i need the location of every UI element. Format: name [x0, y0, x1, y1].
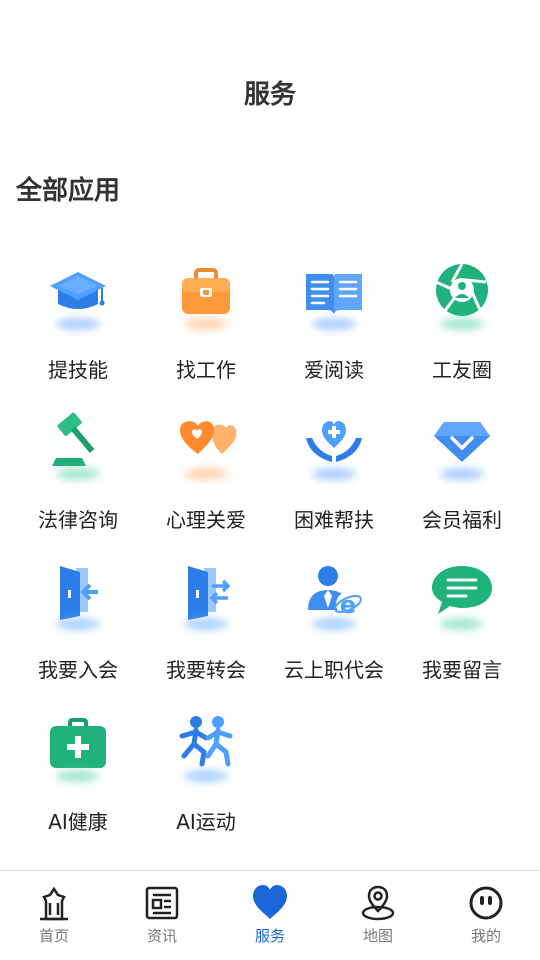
- user-browser-icon: e: [302, 560, 366, 630]
- app-label: 我要入会: [38, 658, 118, 682]
- header: 服务: [0, 0, 540, 140]
- app-label: 困难帮扶: [294, 508, 374, 532]
- app-zhaogongzuo[interactable]: 找工作: [142, 250, 270, 390]
- app-kunnanbangfu[interactable]: 困难帮扶: [270, 400, 398, 540]
- page-title: 服务: [243, 80, 296, 110]
- graduation-cap-icon: [46, 260, 110, 330]
- app-xinliguanai[interactable]: 心理关爱: [142, 400, 270, 540]
- gavel-icon: [46, 410, 110, 480]
- running-people-icon: [174, 712, 238, 782]
- tab-label: 我的: [470, 927, 501, 945]
- tab-label: 地图: [362, 927, 393, 945]
- tab-news[interactable]: 资讯: [108, 871, 216, 960]
- app-woyaoliuyan[interactable]: 我要留言: [398, 550, 526, 690]
- news-icon: [145, 886, 179, 920]
- door-transfer-icon: [174, 560, 238, 630]
- map-pin-icon: [361, 885, 395, 921]
- section-title: 全部应用: [16, 176, 121, 206]
- app-gongyouquan[interactable]: 工友圈: [398, 250, 526, 390]
- app-ai-yundong[interactable]: AI运动: [142, 702, 270, 842]
- tab-label: 首页: [38, 927, 69, 945]
- app-label: 云上职代会: [284, 658, 384, 682]
- app-yunshangzhidaihui[interactable]: e 云上职代会: [270, 550, 398, 690]
- app-label: 法律咨询: [38, 508, 118, 532]
- chat-bubble-icon: [430, 560, 494, 630]
- app-label: 会员福利: [422, 508, 502, 532]
- face-icon: [469, 886, 503, 920]
- medical-kit-icon: [46, 712, 110, 782]
- app-aiyuedu[interactable]: 爱阅读: [270, 250, 398, 390]
- app-label: 我要转会: [166, 658, 246, 682]
- tab-label: 服务: [254, 927, 285, 945]
- camera-aperture-icon: [430, 260, 494, 330]
- hands-heart-icon: [302, 410, 366, 480]
- diamond-icon: [430, 410, 494, 480]
- app-woyaozhuanhui[interactable]: 我要转会: [142, 550, 270, 690]
- hearts-icon: [174, 410, 238, 480]
- app-label: 提技能: [48, 358, 108, 382]
- home-tower-icon: [40, 886, 68, 921]
- app-woyaoruhui[interactable]: 我要入会: [14, 550, 142, 690]
- app-tijineng[interactable]: 提技能: [14, 250, 142, 390]
- app-label: 工友圈: [432, 358, 492, 382]
- app-huiyuanfuli[interactable]: 会员福利: [398, 400, 526, 540]
- app-label: AI运动: [176, 810, 236, 834]
- tab-home[interactable]: 首页: [0, 871, 108, 960]
- app-falvzixun[interactable]: 法律咨询: [14, 400, 142, 540]
- tab-label: 资讯: [146, 927, 177, 945]
- heart-icon: [253, 885, 287, 919]
- app-label: 找工作: [176, 358, 236, 382]
- app-label: 我要留言: [422, 658, 502, 682]
- door-enter-icon: [46, 560, 110, 630]
- app-ai-jiankang[interactable]: AI健康: [14, 702, 142, 842]
- tab-mine[interactable]: 我的: [432, 871, 540, 960]
- tab-services[interactable]: 服务: [216, 871, 324, 960]
- tab-map[interactable]: 地图: [324, 871, 432, 960]
- app-label: 心理关爱: [166, 508, 246, 532]
- briefcase-icon: [174, 260, 238, 330]
- bottom-tab-bar: 首页 资讯 服务 地图 我的: [0, 870, 540, 960]
- app-label: AI健康: [48, 810, 108, 834]
- open-book-icon: [302, 260, 366, 330]
- app-label: 爱阅读: [304, 358, 364, 382]
